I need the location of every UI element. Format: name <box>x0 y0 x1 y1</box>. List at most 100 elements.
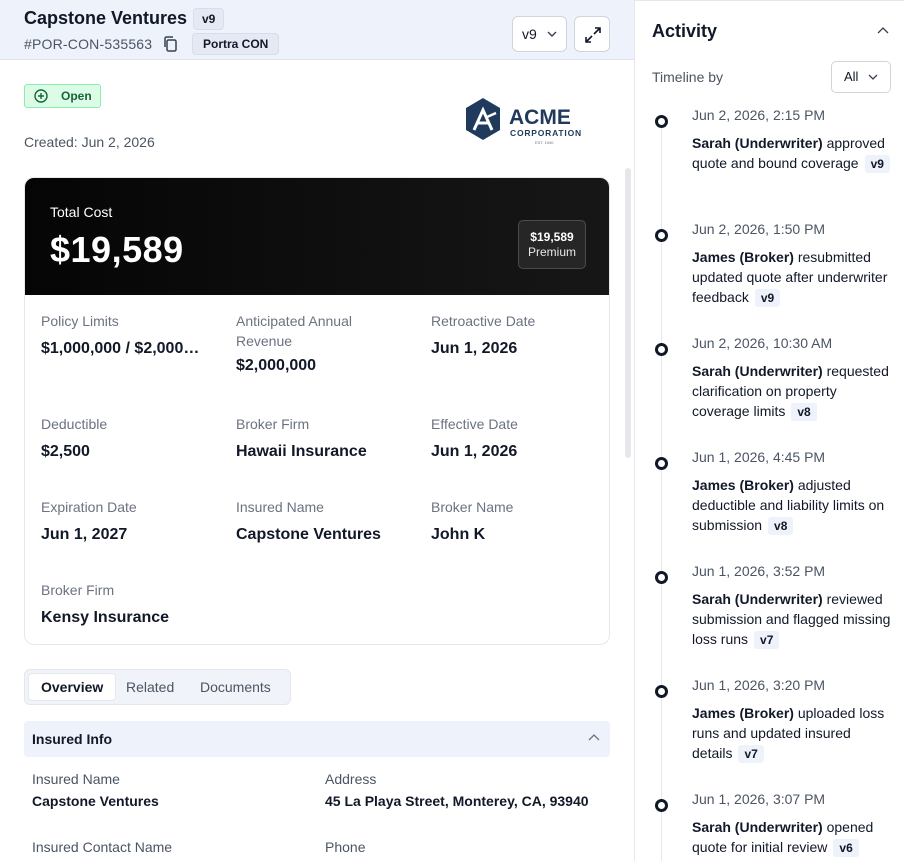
timeline-by-label: Timeline by <box>652 69 724 85</box>
timeline-dot <box>655 799 668 812</box>
event-version-tag: v8 <box>768 517 794 535</box>
tab-documents[interactable]: Documents <box>200 673 271 701</box>
logo-est: EST. 1940 <box>535 140 554 145</box>
status-label: Open <box>61 89 92 103</box>
total-cost-label: Total Cost <box>50 204 113 220</box>
chevron-down-icon <box>868 74 878 80</box>
field-value: Hawaii Insurance <box>236 443 367 460</box>
event-actor: Sarah (Underwriter) <box>692 819 823 835</box>
field-value: $2,500 <box>41 443 90 460</box>
quote-detail-pane: Capstone Ventures v9 #POR-CON-535563 Por… <box>0 0 634 861</box>
expand-icon <box>585 27 601 43</box>
field-label: Broker Firm <box>236 416 310 432</box>
version-select[interactable]: v9 <box>512 16 567 52</box>
total-cost-value: $19,589 <box>50 229 184 270</box>
chevron-up-icon[interactable] <box>877 26 889 36</box>
version-badge: v9 <box>193 8 225 30</box>
field-broker-name: Broker Name John K <box>431 497 601 546</box>
version-select-value: v9 <box>522 26 537 42</box>
event-timestamp: Jun 1, 2026, 3:07 PM <box>692 791 826 807</box>
event-actor: Sarah (Underwriter) <box>692 135 823 151</box>
field-label: Expiration Date <box>41 499 137 515</box>
event-version-tag: v9 <box>864 155 890 173</box>
tab-related[interactable]: Related <box>126 673 174 701</box>
field-broker-firm: Broker Firm Hawaii Insurance <box>236 414 406 463</box>
info-label: Insured Contact Name <box>32 839 173 855</box>
quote-header: Capstone Ventures v9 #POR-CON-535563 Por… <box>0 0 634 60</box>
event-version-tag: v8 <box>791 403 817 421</box>
status-badge: Open <box>24 84 101 108</box>
field-value: John K <box>431 526 486 543</box>
event-timestamp: Jun 1, 2026, 4:45 PM <box>692 449 826 465</box>
tab-overview[interactable]: Overview <box>28 673 117 701</box>
activity-title: Activity <box>652 21 718 41</box>
field-deductible: Deductible $2,500 <box>41 414 211 463</box>
info-label: Phone <box>325 839 366 855</box>
timeline-dot <box>655 229 668 242</box>
field-label: Broker Name <box>431 499 514 515</box>
event-description: Sarah (Underwriter) reviewed submission … <box>692 589 892 649</box>
field-value: $1,000,000 / $2,000,000 <box>41 340 201 357</box>
field-label: Effective Date <box>431 416 518 432</box>
timeline-dot <box>655 685 668 698</box>
event-description: James (Broker) adjusted deductible and l… <box>692 475 892 535</box>
info-insured-name: Insured Name Capstone Ventures <box>32 771 159 809</box>
event-actor: James (Broker) <box>692 249 794 265</box>
event-version-tag: v7 <box>738 745 764 763</box>
info-label: Address <box>325 771 377 787</box>
field-value: Jun 1, 2026 <box>431 340 518 357</box>
timeline-line <box>661 116 662 861</box>
event-actor: James (Broker) <box>692 477 794 493</box>
timeline-dot <box>655 571 668 584</box>
field-value: Capstone Ventures <box>236 526 381 543</box>
event-version-tag: v7 <box>754 631 780 649</box>
event-actor: James (Broker) <box>692 705 794 721</box>
insured-info-header[interactable]: Insured Info <box>24 721 610 757</box>
cost-summary-card: Total Cost $19,589 $19,589 Premium Polic… <box>24 177 610 645</box>
field-value: Jun 1, 2027 <box>41 526 128 543</box>
scrollbar[interactable] <box>625 168 631 458</box>
field-label: Anticipated Annual Revenue <box>236 313 352 349</box>
acme-logo: ACME CORPORATION EST. 1940 <box>466 98 581 145</box>
chevron-down-icon <box>547 31 557 37</box>
reference-id: #POR-CON-535563 <box>24 36 153 52</box>
event-actor: Sarah (Underwriter) <box>692 363 823 379</box>
event-timestamp: Jun 2, 2026, 1:50 PM <box>692 221 826 237</box>
field-label: Broker Firm <box>41 582 115 598</box>
premium-label: Premium <box>527 245 576 259</box>
divider <box>635 0 904 1</box>
field-value: Jun 1, 2026 <box>431 443 518 460</box>
event-timestamp: Jun 1, 2026, 3:52 PM <box>692 563 826 579</box>
info-address: Address 45 La Playa Street, Monterey, CA… <box>325 771 589 809</box>
expand-button[interactable] <box>574 16 610 52</box>
field-value: $2,000,000 <box>236 357 317 374</box>
section-title: Insured Info <box>32 731 113 747</box>
info-phone: Phone <box>325 839 365 855</box>
plus-circle-icon <box>34 89 48 103</box>
event-actor: Sarah (Underwriter) <box>692 591 823 607</box>
premium-amount: $19,589 <box>530 230 574 244</box>
chevron-up-icon[interactable] <box>588 733 600 743</box>
info-label: Insured Name <box>32 771 120 787</box>
activity-pane: Activity Timeline by All Jun 2, 2026, 2:… <box>634 0 904 861</box>
field-insured-name: Insured Name Capstone Ventures <box>236 497 406 546</box>
detail-tabs: Overview Related Documents <box>24 669 291 705</box>
event-description: James (Broker) resubmitted updated quote… <box>692 247 892 307</box>
timeline-dot <box>655 343 668 356</box>
logo-name: ACME <box>509 106 571 129</box>
event-timestamp: Jun 1, 2026, 3:20 PM <box>692 677 826 693</box>
field-effective-date: Effective Date Jun 1, 2026 <box>431 414 601 463</box>
total-cost-banner: Total Cost $19,589 $19,589 Premium <box>25 178 609 295</box>
info-contact-name: Insured Contact Name <box>32 839 172 855</box>
timeline-filter-select[interactable]: All <box>831 61 891 93</box>
filter-value: All <box>844 69 859 84</box>
field-value: Kensy Insurance <box>41 609 170 626</box>
field-broker-firm-2: Broker Firm Kensy Insurance <box>41 580 211 629</box>
field-retroactive-date: Retroactive Date Jun 1, 2026 <box>431 311 601 360</box>
field-policy-limits: Policy Limits $1,000,000 / $2,000,000 <box>41 311 211 360</box>
product-tag: Portra CON <box>192 33 280 55</box>
event-timestamp: Jun 2, 2026, 10:30 AM <box>692 335 833 351</box>
field-label: Insured Name <box>236 499 324 515</box>
copy-icon[interactable] <box>163 36 177 52</box>
premium-box: $19,589 Premium <box>518 220 586 269</box>
